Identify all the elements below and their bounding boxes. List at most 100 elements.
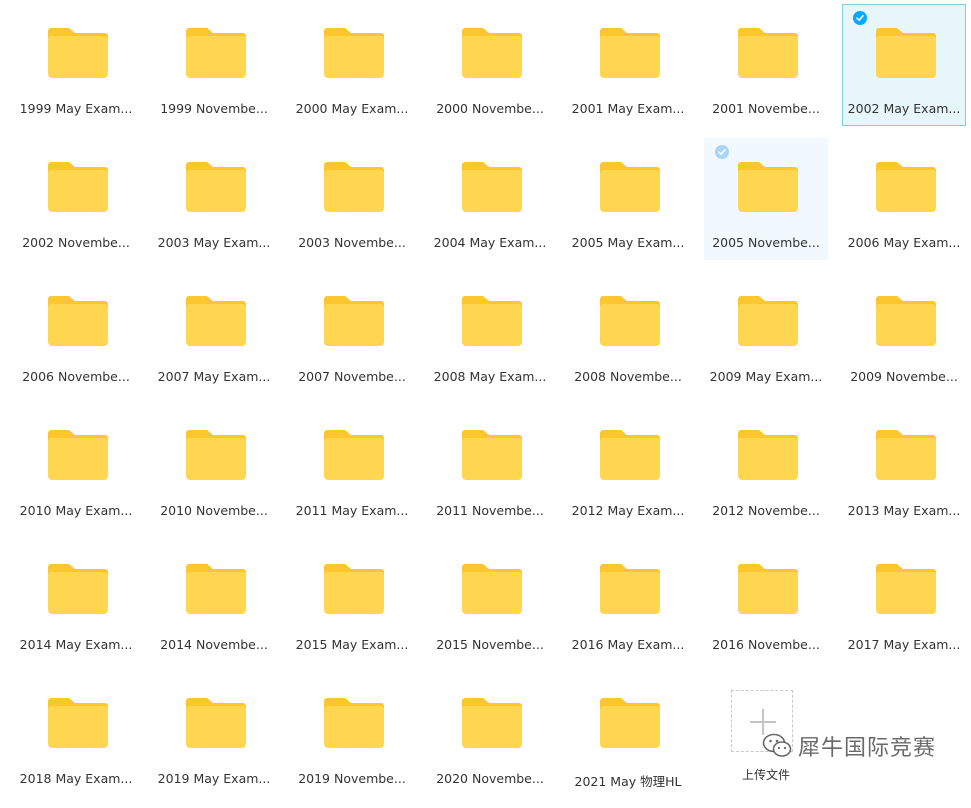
folder-item[interactable]: 2010 May Exam...: [14, 406, 138, 528]
folder-icon: [600, 430, 660, 480]
folder-name: 2015 Novembe...: [436, 637, 544, 652]
folder-name: 2000 Novembe...: [436, 101, 544, 116]
folder-icon: [48, 162, 108, 212]
folder-icon: [738, 430, 798, 480]
folder-icon: [738, 564, 798, 614]
folder-name: 2008 Novembe...: [574, 369, 682, 384]
folder-item[interactable]: 2008 Novembe...: [566, 272, 690, 394]
folder-icon: [600, 28, 660, 78]
folder-name: 2009 Novembe...: [850, 369, 958, 384]
folder-item[interactable]: 2006 May Exam...: [842, 138, 966, 260]
folder-item[interactable]: 2011 Novembe...: [428, 406, 552, 528]
folder-item[interactable]: 2007 Novembe...: [290, 272, 414, 394]
folder-icon: [324, 296, 384, 346]
folder-item[interactable]: 2012 May Exam...: [566, 406, 690, 528]
folder-icon: [876, 28, 936, 78]
folder-name: 2001 Novembe...: [712, 101, 820, 116]
folder-item[interactable]: 2011 May Exam...: [290, 406, 414, 528]
folder-name: 2015 May Exam...: [295, 637, 409, 652]
checkbox-check-icon[interactable]: [715, 145, 729, 159]
folder-item[interactable]: 2020 Novembe...: [428, 674, 552, 796]
folder-item[interactable]: 2016 Novembe...: [704, 540, 828, 662]
folder-item[interactable]: 2013 May Exam...: [842, 406, 966, 528]
folder-name: 2006 Novembe...: [22, 369, 130, 384]
folder-icon: [600, 162, 660, 212]
folder-icon: [462, 28, 522, 78]
folder-item[interactable]: 2010 Novembe...: [152, 406, 276, 528]
folder-item[interactable]: 2007 May Exam...: [152, 272, 276, 394]
folder-name: 2001 May Exam...: [571, 101, 685, 116]
folder-icon: [48, 296, 108, 346]
folder-name: 2016 May Exam...: [571, 637, 685, 652]
folder-item[interactable]: 2002 May Exam...: [842, 4, 966, 126]
upload-label: 上传文件: [741, 768, 790, 782]
folder-item[interactable]: 2019 Novembe...: [290, 674, 414, 796]
folder-name: 2018 May Exam...: [19, 771, 133, 786]
folder-icon: [876, 564, 936, 614]
folder-item[interactable]: 2009 Novembe...: [842, 272, 966, 394]
folder-name: 2019 Novembe...: [298, 771, 406, 786]
folder-name: 2010 Novembe...: [160, 503, 268, 518]
folder-item[interactable]: 2016 May Exam...: [566, 540, 690, 662]
folder-name: 2000 May Exam...: [295, 101, 409, 116]
folder-item[interactable]: 2012 Novembe...: [704, 406, 828, 528]
folder-icon: [186, 28, 246, 78]
folder-icon: [324, 28, 384, 78]
folder-item[interactable]: 2000 Novembe...: [428, 4, 552, 126]
folder-icon: [48, 564, 108, 614]
folder-item[interactable]: 2019 May Exam...: [152, 674, 276, 796]
folder-item[interactable]: 2017 May Exam...: [842, 540, 966, 662]
upload-dropzone[interactable]: [731, 690, 793, 752]
folder-name: 2012 May Exam...: [571, 503, 685, 518]
folder-item[interactable]: 2008 May Exam...: [428, 272, 552, 394]
folder-icon: [876, 430, 936, 480]
folder-item[interactable]: 2004 May Exam...: [428, 138, 552, 260]
folder-name: 2021 May 物理HL: [574, 774, 682, 789]
folder-item[interactable]: 2021 May 物理HL: [566, 674, 690, 796]
folder-name: 2007 Novembe...: [298, 369, 406, 384]
folder-name: 2017 May Exam...: [847, 637, 961, 652]
folder-item[interactable]: 2003 May Exam...: [152, 138, 276, 260]
folder-icon: [48, 28, 108, 78]
folder-icon: [462, 162, 522, 212]
folder-name: 2019 May Exam...: [157, 771, 271, 786]
folder-name: 2020 Novembe...: [436, 771, 544, 786]
folder-icon: [186, 564, 246, 614]
folder-item[interactable]: 2000 May Exam...: [290, 4, 414, 126]
folder-item[interactable]: 2018 May Exam...: [14, 674, 138, 796]
folder-name: 1999 Novembe...: [160, 101, 268, 116]
folder-item[interactable]: 2003 Novembe...: [290, 138, 414, 260]
folder-name: 2003 Novembe...: [298, 235, 406, 250]
folder-item[interactable]: 2002 Novembe...: [14, 138, 138, 260]
checkbox-check-icon[interactable]: [853, 11, 867, 25]
folder-name: 2006 May Exam...: [847, 235, 961, 250]
folder-icon: [48, 698, 108, 748]
folder-item[interactable]: 2001 May Exam...: [566, 4, 690, 126]
folder-icon: [324, 162, 384, 212]
folder-name: 2005 Novembe...: [712, 235, 820, 250]
folder-item[interactable]: 2005 May Exam...: [566, 138, 690, 260]
folder-item[interactable]: 2014 Novembe...: [152, 540, 276, 662]
upload-file-button[interactable]: 上传文件: [704, 674, 828, 796]
folder-item[interactable]: 2014 May Exam...: [14, 540, 138, 662]
folder-name: 2013 May Exam...: [847, 503, 961, 518]
folder-item[interactable]: 2006 Novembe...: [14, 272, 138, 394]
folder-name: 2003 May Exam...: [157, 235, 271, 250]
folder-icon: [876, 162, 936, 212]
folder-icon: [600, 698, 660, 748]
folder-icon: [876, 296, 936, 346]
folder-item[interactable]: 2009 May Exam...: [704, 272, 828, 394]
folder-item[interactable]: 1999 May Exam...: [14, 4, 138, 126]
folder-item[interactable]: 2015 Novembe...: [428, 540, 552, 662]
folder-item[interactable]: 2005 Novembe...: [704, 138, 828, 260]
folder-item[interactable]: 1999 Novembe...: [152, 4, 276, 126]
folder-icon: [462, 698, 522, 748]
folder-name: 1999 May Exam...: [19, 101, 133, 116]
folder-item[interactable]: 2001 Novembe...: [704, 4, 828, 126]
folder-icon: [48, 430, 108, 480]
folder-icon: [738, 162, 798, 212]
folder-item[interactable]: 2015 May Exam...: [290, 540, 414, 662]
folder-icon: [186, 698, 246, 748]
folder-icon: [186, 162, 246, 212]
folder-icon: [324, 564, 384, 614]
